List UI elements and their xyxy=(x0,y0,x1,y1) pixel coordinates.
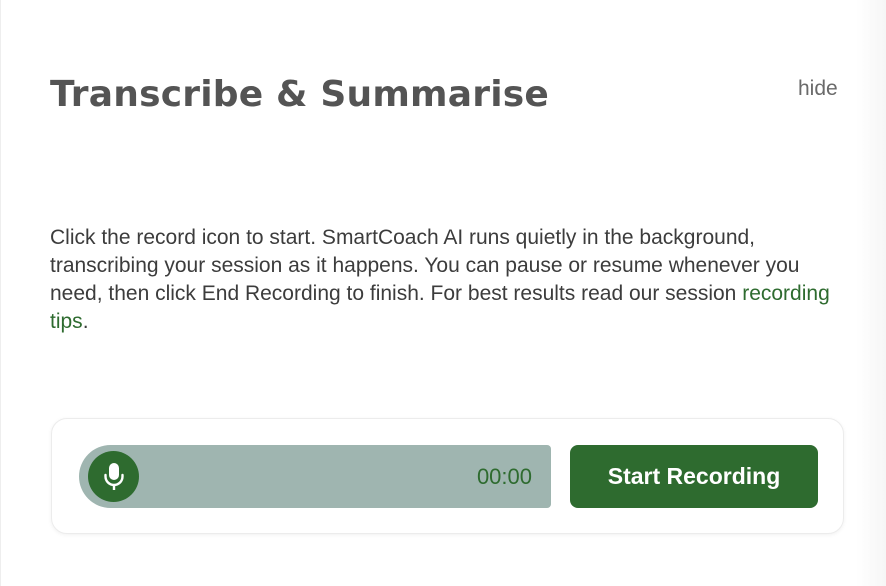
recording-timer: 00:00 xyxy=(476,464,532,489)
microphone-icon xyxy=(103,462,124,490)
transcribe-panel: Transcribe & Summarise hide Click the re… xyxy=(0,0,886,586)
instructions-end: . xyxy=(82,310,89,333)
start-recording-button[interactable]: Start Recording xyxy=(570,445,818,508)
recorder-card: 00:00 Start Recording xyxy=(51,418,844,534)
recording-progress-track: 00:00 xyxy=(79,445,551,508)
hide-link[interactable]: hide xyxy=(798,77,838,101)
instructions-text: Click the record icon to start. SmartCoa… xyxy=(50,224,850,336)
record-button[interactable] xyxy=(88,451,139,502)
panel-edge xyxy=(856,0,886,586)
instructions-body: Click the record icon to start. SmartCoa… xyxy=(50,226,800,305)
page-title: Transcribe & Summarise xyxy=(50,74,549,115)
